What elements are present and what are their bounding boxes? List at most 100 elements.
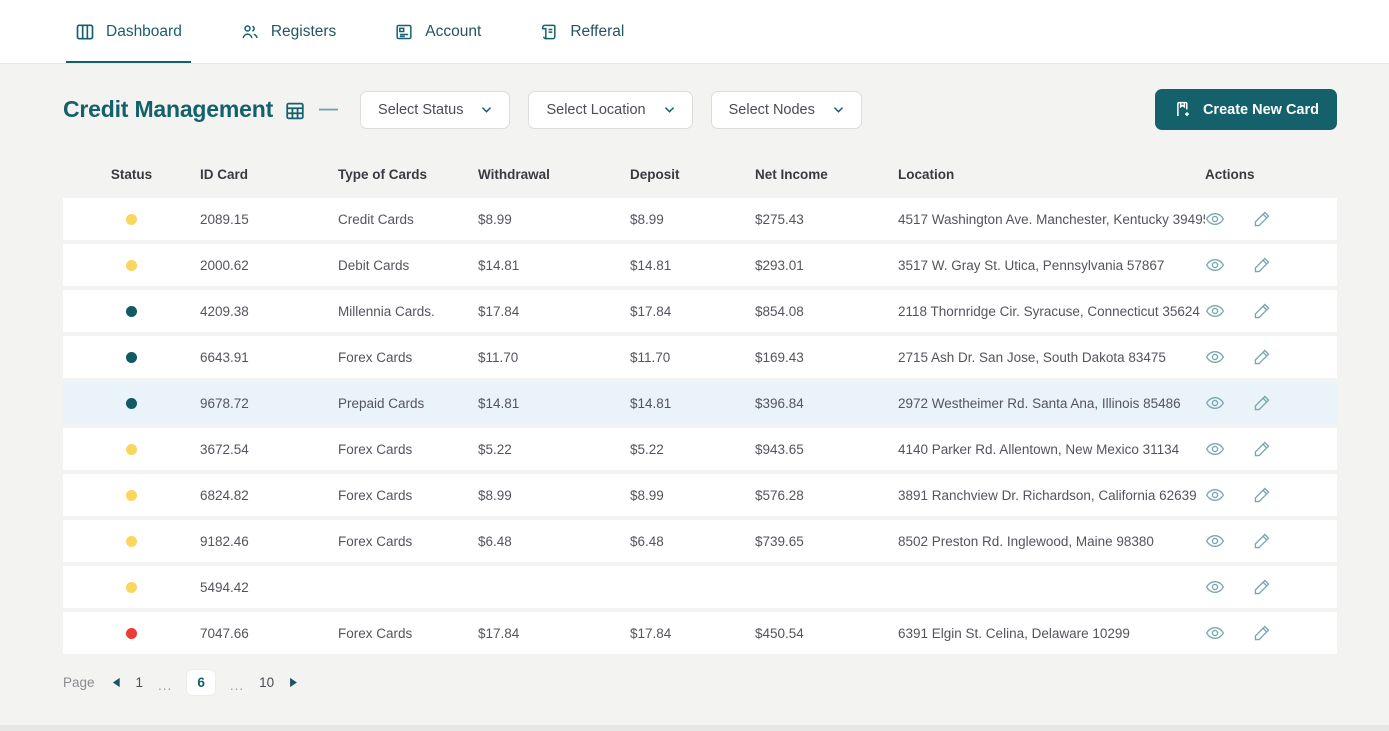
eye-icon bbox=[1205, 212, 1225, 226]
location-value: 3891 Ranchview Dr. Richardson, Californi… bbox=[898, 487, 1197, 503]
withdrawal-value: $8.99 bbox=[478, 487, 512, 503]
view-button[interactable] bbox=[1205, 255, 1225, 275]
table-row: 5494.42 bbox=[63, 566, 1337, 608]
select-location-label: Select Location bbox=[546, 101, 646, 118]
status-cell bbox=[63, 581, 200, 593]
view-button[interactable] bbox=[1205, 301, 1225, 321]
withdrawal-value: $8.99 bbox=[478, 211, 512, 227]
edit-button[interactable] bbox=[1252, 347, 1272, 367]
view-button[interactable] bbox=[1205, 439, 1225, 459]
id-card-value: 2000.62 bbox=[200, 257, 249, 273]
column-header-type: Type of Cards bbox=[338, 167, 428, 182]
edit-button[interactable] bbox=[1252, 255, 1272, 275]
top-navigation: Dashboard Registers Account Refferal bbox=[0, 0, 1389, 64]
page-number-first[interactable]: 1 bbox=[136, 675, 144, 690]
view-button[interactable] bbox=[1205, 209, 1225, 229]
status-dot bbox=[126, 627, 137, 639]
net-income-value: $293.01 bbox=[755, 257, 804, 273]
withdrawal-value: $6.48 bbox=[478, 533, 512, 549]
table-row: 2000.62 Debit Cards $14.81 $14.81 $293.0… bbox=[63, 244, 1337, 286]
id-card-icon bbox=[394, 22, 414, 42]
card-type-value: Forex Cards bbox=[338, 441, 413, 457]
title-separator: — bbox=[319, 98, 339, 120]
id-card-value: 5494.42 bbox=[200, 579, 249, 595]
page-header: Credit Management — Select Status Select… bbox=[63, 89, 1337, 130]
pencil-icon bbox=[1254, 395, 1270, 411]
actions-cell bbox=[1205, 347, 1337, 367]
view-button[interactable] bbox=[1205, 531, 1225, 551]
location-value: 8502 Preston Rd. Inglewood, Maine 98380 bbox=[898, 533, 1154, 549]
card-type-value: Debit Cards bbox=[338, 257, 410, 273]
edit-button[interactable] bbox=[1252, 577, 1272, 597]
tab-registers[interactable]: Registers bbox=[240, 0, 336, 63]
tab-refferal[interactable]: Refferal bbox=[539, 0, 624, 63]
edit-button[interactable] bbox=[1252, 439, 1272, 459]
deposit-value: $17.84 bbox=[630, 303, 672, 319]
page-number-last[interactable]: 10 bbox=[259, 675, 274, 690]
actions-cell bbox=[1205, 531, 1337, 551]
view-button[interactable] bbox=[1205, 623, 1225, 643]
select-nodes-dropdown[interactable]: Select Nodes bbox=[710, 90, 862, 129]
actions-cell bbox=[1205, 485, 1337, 505]
tab-account[interactable]: Account bbox=[394, 0, 481, 63]
net-income-value: $576.28 bbox=[755, 487, 804, 503]
edit-button[interactable] bbox=[1252, 393, 1272, 413]
id-card-value: 6824.82 bbox=[200, 487, 249, 503]
dashboard-columns-icon bbox=[75, 22, 95, 42]
tab-dashboard[interactable]: Dashboard bbox=[66, 0, 191, 63]
edit-button[interactable] bbox=[1252, 301, 1272, 321]
withdrawal-value: $11.70 bbox=[478, 349, 519, 365]
view-button[interactable] bbox=[1205, 485, 1225, 505]
select-status-dropdown[interactable]: Select Status bbox=[360, 90, 511, 129]
page-title: Credit Management bbox=[63, 96, 274, 122]
page-number-current[interactable]: 6 bbox=[187, 670, 215, 695]
table-row: 3672.54 Forex Cards $5.22 $5.22 $943.65 … bbox=[63, 428, 1337, 470]
edit-button[interactable] bbox=[1252, 531, 1272, 551]
net-income-value: $739.65 bbox=[755, 533, 804, 549]
view-button[interactable] bbox=[1205, 577, 1225, 597]
edit-button[interactable] bbox=[1252, 485, 1272, 505]
pencil-icon bbox=[1254, 441, 1270, 457]
card-type-value: Prepaid Cards bbox=[338, 395, 425, 411]
deposit-value: $8.99 bbox=[630, 487, 664, 503]
deposit-value: $11.70 bbox=[630, 349, 671, 365]
scroll-icon bbox=[539, 22, 559, 42]
eye-icon bbox=[1205, 580, 1225, 594]
prev-page-arrow-icon[interactable] bbox=[112, 677, 121, 688]
table-row: 4209.38 Millennia Cards. $17.84 $17.84 $… bbox=[63, 290, 1337, 332]
view-button[interactable] bbox=[1205, 393, 1225, 413]
id-card-value: 9182.46 bbox=[200, 533, 249, 549]
withdrawal-value: $17.84 bbox=[478, 625, 520, 641]
edit-button[interactable] bbox=[1252, 209, 1272, 229]
status-cell bbox=[63, 443, 200, 455]
select-location-dropdown[interactable]: Select Location bbox=[528, 90, 693, 129]
location-value: 3517 W. Gray St. Utica, Pennsylvania 578… bbox=[898, 257, 1165, 273]
location-value: 2118 Thornridge Cir. Syracuse, Connectic… bbox=[898, 303, 1200, 319]
view-button[interactable] bbox=[1205, 347, 1225, 367]
status-cell bbox=[63, 535, 200, 547]
create-new-card-button[interactable]: Create New Card bbox=[1154, 89, 1337, 130]
tab-label: Dashboard bbox=[106, 22, 182, 40]
card-type-value: Millennia Cards. bbox=[338, 303, 435, 319]
pagination-ellipsis: ... bbox=[229, 678, 245, 693]
status-dot bbox=[126, 213, 137, 225]
column-header-withdrawal: Withdrawal bbox=[478, 167, 550, 182]
edit-button[interactable] bbox=[1252, 623, 1272, 643]
card-type-value: Forex Cards bbox=[338, 349, 413, 365]
tab-label: Registers bbox=[270, 22, 337, 40]
pencil-icon bbox=[1254, 257, 1270, 273]
pencil-icon bbox=[1254, 579, 1270, 595]
net-income-value: $854.08 bbox=[755, 303, 804, 319]
column-header-deposit: Deposit bbox=[630, 167, 680, 182]
status-cell bbox=[63, 213, 200, 225]
net-income-value: $450.54 bbox=[755, 625, 804, 641]
card-plus-icon bbox=[1173, 100, 1192, 119]
pencil-icon bbox=[1254, 303, 1270, 319]
id-card-value: 2089.15 bbox=[200, 211, 249, 227]
status-dot bbox=[126, 351, 137, 363]
status-dot bbox=[126, 535, 137, 547]
next-page-arrow-icon[interactable] bbox=[289, 677, 298, 688]
column-header-status: Status bbox=[110, 167, 153, 182]
pagination-label: Page bbox=[63, 675, 95, 690]
actions-cell bbox=[1205, 301, 1337, 321]
